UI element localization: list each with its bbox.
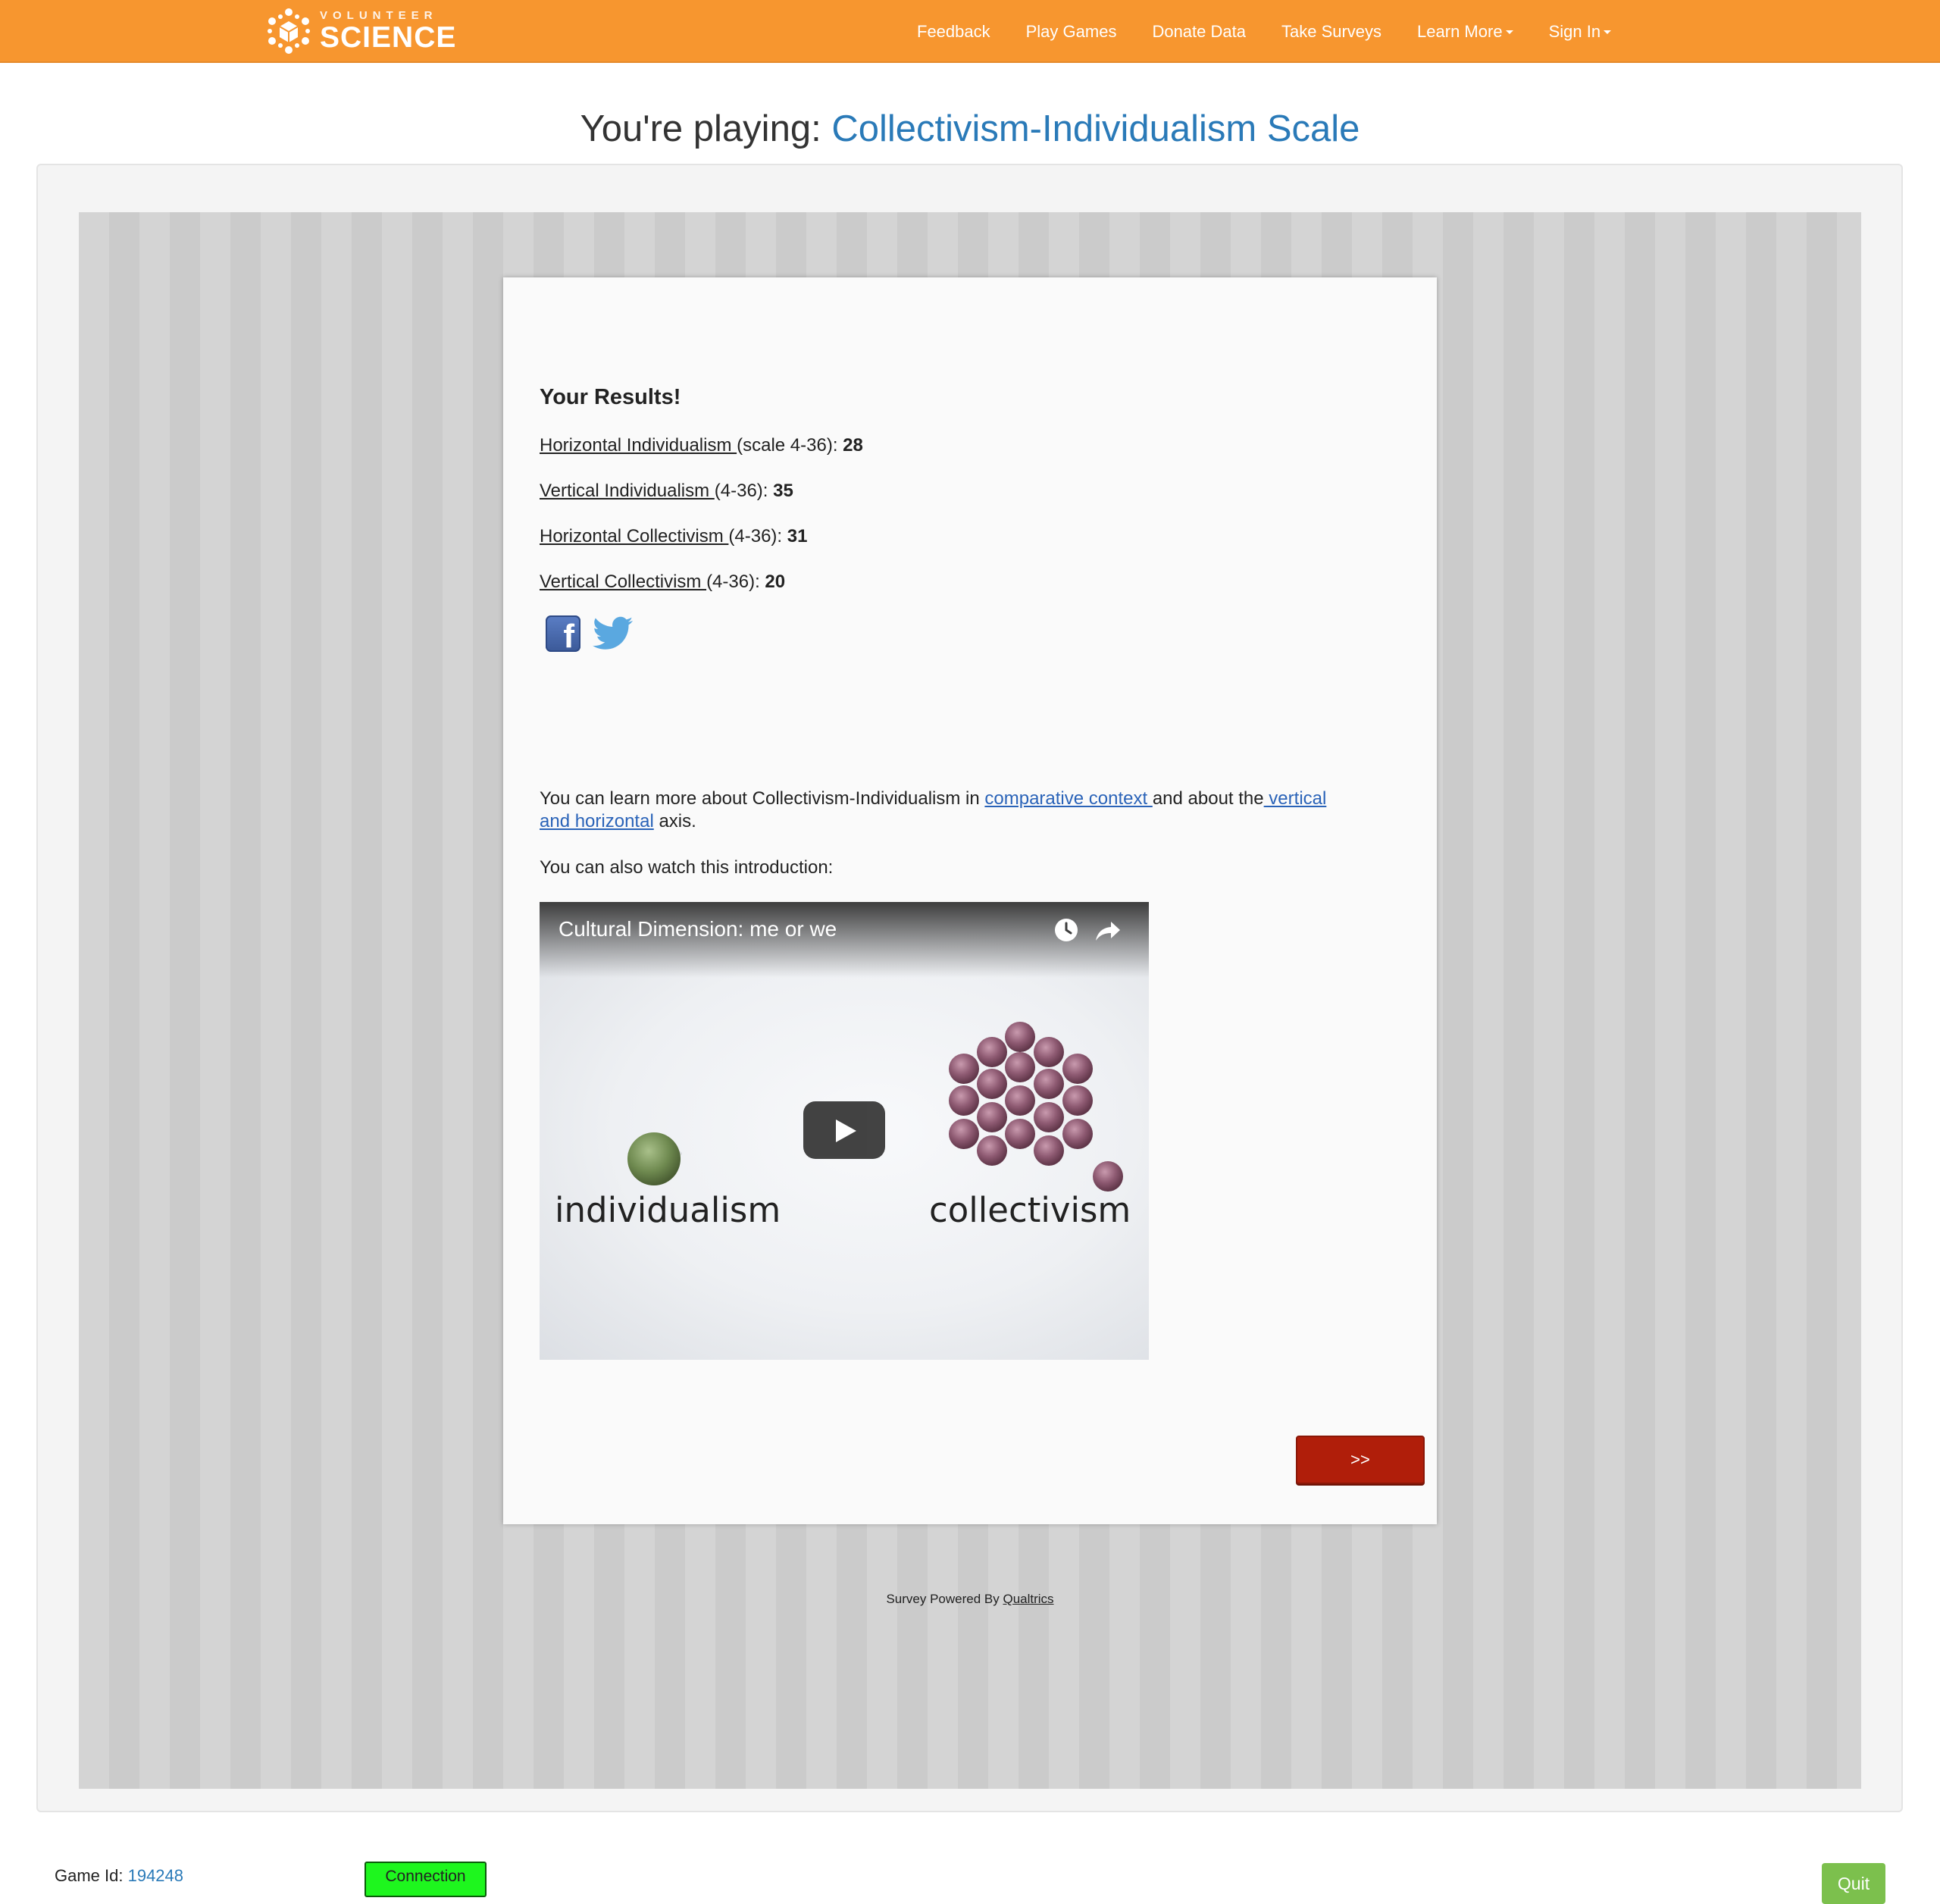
nav-sign-in-label: Sign In: [1548, 21, 1601, 41]
social-share: f: [546, 615, 634, 653]
learn-text: axis.: [653, 811, 696, 831]
results-heading: Your Results!: [540, 385, 681, 409]
result-scale: (4-36):: [728, 526, 787, 546]
survey-powered-by: Survey Powered By Qualtrics: [0, 1592, 1940, 1607]
powered-by-text: Survey Powered By: [886, 1592, 1003, 1606]
result-scale: (scale 4-36):: [737, 435, 843, 456]
page-title: You're playing: Collectivism-Individuali…: [0, 108, 1940, 150]
result-name-link[interactable]: Vertical Collectivism: [540, 572, 706, 592]
game-id-link[interactable]: 194248: [128, 1866, 183, 1885]
share-arrow-icon[interactable]: [1094, 919, 1122, 943]
logo-small-text: VOLUNTEER: [320, 9, 438, 22]
vertical-horizontal-link[interactable]: and horizontal: [540, 811, 654, 831]
learn-text: You can learn more about Collectivism-In…: [540, 788, 985, 809]
nav-learn-more-dropdown[interactable]: Learn More: [1417, 22, 1513, 42]
result-value: 35: [773, 481, 793, 501]
result-value: 20: [765, 572, 786, 592]
game-id: Game Id: 194248: [55, 1866, 183, 1886]
learn-more-paragraph: You can learn more about Collectivism-In…: [540, 788, 1403, 833]
nav-donate-data[interactable]: Donate Data: [1152, 22, 1246, 42]
nav-feedback[interactable]: Feedback: [917, 22, 990, 42]
logo-cube-icon: [268, 8, 310, 54]
watch-later-clock-icon[interactable]: [1053, 917, 1079, 943]
caret-down-icon: [1604, 30, 1612, 35]
qualtrics-link[interactable]: Qualtrics: [1003, 1592, 1053, 1606]
next-button[interactable]: >>: [1296, 1436, 1425, 1484]
game-id-label: Game Id:: [55, 1866, 128, 1885]
top-navbar: VOLUNTEER SCIENCE Feedback Play Games Do…: [0, 0, 1940, 63]
quit-button[interactable]: Quit: [1822, 1863, 1885, 1904]
result-name-link[interactable]: Horizontal Collectivism: [540, 526, 728, 546]
result-value: 31: [787, 526, 808, 546]
result-vertical-collectivism: Vertical Collectivism (4-36): 20: [540, 572, 785, 593]
learn-text: and about the: [1152, 788, 1264, 809]
logo-big-text: SCIENCE: [320, 21, 457, 54]
result-horizontal-individualism: Horizontal Individualism (scale 4-36): 2…: [540, 435, 863, 456]
nav-play-games[interactable]: Play Games: [1026, 22, 1117, 42]
video-word-individualism: individualism: [555, 1190, 781, 1230]
twitter-icon[interactable]: [593, 615, 634, 652]
result-name-link[interactable]: Vertical Individualism: [540, 481, 715, 501]
watch-intro-text: You can also watch this introduction:: [540, 857, 834, 878]
page-title-prefix: You're playing:: [580, 108, 821, 149]
result-name-link[interactable]: Horizontal Individualism: [540, 435, 737, 456]
play-button[interactable]: [803, 1101, 885, 1159]
connection-status: Connection: [365, 1862, 487, 1897]
nav-take-surveys[interactable]: Take Surveys: [1281, 22, 1381, 42]
video-player[interactable]: Cultural Dimension: me or we individuali…: [540, 902, 1149, 1360]
result-horizontal-collectivism: Horizontal Collectivism (4-36): 31: [540, 526, 807, 547]
result-vertical-individualism: Vertical Individualism (4-36): 35: [540, 481, 793, 502]
game-name: Collectivism-Individualism Scale: [831, 108, 1360, 149]
volunteer-science-logo[interactable]: VOLUNTEER SCIENCE: [265, 6, 456, 56]
comparative-context-link[interactable]: comparative context: [984, 788, 1152, 809]
caret-down-icon: [1505, 30, 1513, 35]
nav-sign-in-dropdown[interactable]: Sign In: [1549, 22, 1612, 42]
result-value: 28: [843, 435, 863, 456]
result-scale: (4-36):: [714, 481, 774, 501]
facebook-icon[interactable]: f: [546, 615, 580, 653]
video-word-collectivism: collectivism: [929, 1190, 1131, 1230]
vertical-horizontal-link[interactable]: vertical: [1264, 788, 1326, 809]
nav-menu: Feedback Play Games Donate Data Take Sur…: [917, 0, 1647, 63]
result-scale: (4-36):: [706, 572, 765, 592]
video-title[interactable]: Cultural Dimension: me or we: [559, 917, 837, 941]
nav-learn-more-label: Learn More: [1417, 21, 1503, 41]
